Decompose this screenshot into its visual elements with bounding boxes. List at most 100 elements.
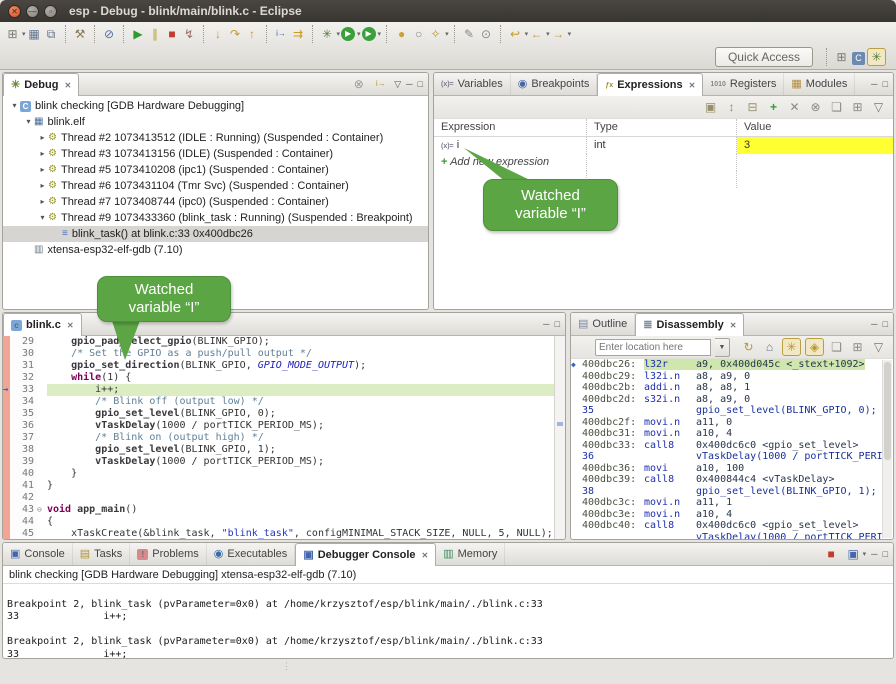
console-tab-executables[interactable]: ◉Executables	[207, 543, 296, 565]
step-into-icon[interactable]: ↓	[210, 25, 227, 43]
line-number[interactable]: 40	[10, 468, 37, 480]
code-text[interactable]: gpio_set_level(BLINK_GPIO, 0);	[47, 408, 565, 420]
code-text[interactable]: vTaskDelay(1000 / portTICK_PERIOD_MS);	[47, 420, 565, 432]
range-indicator[interactable]	[3, 348, 10, 360]
window-maximize-icon[interactable]: ▫	[44, 5, 57, 18]
tree-expander-icon[interactable]: ▾	[37, 210, 48, 226]
code-line[interactable]: 32 while(1) {	[3, 372, 565, 384]
line-number[interactable]: 45	[10, 528, 37, 540]
range-indicator[interactable]	[3, 408, 10, 420]
code-line[interactable]: 45 xTaskCreate(&blink_task, "blink_task"…	[3, 528, 565, 540]
show-logical-structures-icon[interactable]: ↕	[723, 98, 740, 116]
remove-all-terminated-icon[interactable]: ⊗	[350, 75, 367, 93]
home-icon[interactable]: ⌂	[761, 338, 778, 356]
range-indicator[interactable]	[3, 528, 10, 540]
cpp-perspective-icon[interactable]: C	[852, 52, 865, 65]
dropdown-arrow-icon[interactable]: ▾	[445, 30, 449, 38]
range-indicator[interactable]	[3, 480, 10, 492]
tree-expander-icon[interactable]: ▸	[37, 162, 48, 178]
new-wizard-icon[interactable]: ⊞	[4, 25, 21, 43]
line-number[interactable]: 31	[10, 360, 37, 372]
console-tab-problems[interactable]: !Problems	[130, 543, 206, 565]
forward-button[interactable]: →▾	[550, 25, 572, 43]
view-menu-icon[interactable]: ▽	[394, 79, 401, 90]
open-resource-icon[interactable]: ○	[410, 25, 427, 43]
line-number[interactable]: 33	[10, 384, 37, 396]
code-line[interactable]: 39 vTaskDelay(1000 / portTICK_PERIOD_MS)…	[3, 456, 565, 468]
code-editor[interactable]: 29 gpio_pad_select_gpio(BLINK_GPIO);30 /…	[3, 336, 565, 540]
display-selected-console-button[interactable]: ▣▾	[845, 545, 867, 563]
tree-expander-icon[interactable]: ▸	[37, 178, 48, 194]
range-indicator[interactable]	[3, 492, 10, 504]
external-tools-button[interactable]: ▶▾	[361, 25, 382, 43]
expr-tab-registers[interactable]: 1010Registers	[703, 73, 784, 95]
code-text[interactable]: xTaskCreate(&blink_task, "blink_task", c…	[47, 528, 565, 540]
line-number[interactable]: 38	[10, 444, 37, 456]
code-text[interactable]: vTaskDelay(1000 / portTICK_PERIOD_MS);	[47, 456, 565, 468]
maximize-icon[interactable]: □	[555, 319, 560, 329]
minimize-icon[interactable]: ─	[871, 319, 877, 329]
expr-tab-expressions[interactable]: ƒxExpressions✕	[597, 73, 703, 96]
code-line[interactable]: 40 }	[3, 468, 565, 480]
disconnect-icon[interactable]: ↯	[181, 25, 198, 43]
range-indicator[interactable]	[3, 360, 10, 372]
debug-tree-item[interactable]: ▸⚙Thread #2 1073413512 (IDLE : Running) …	[3, 130, 428, 146]
tree-expander-icon[interactable]: ▾	[9, 98, 20, 114]
step-return-icon[interactable]: ↑	[244, 25, 261, 43]
code-line[interactable]: 37 /* Blink on (output high) */	[3, 432, 565, 444]
line-number[interactable]: 37	[10, 432, 37, 444]
last-edit-location-icon[interactable]: ↩	[507, 25, 524, 43]
code-line[interactable]: →33 i++;	[3, 384, 565, 396]
debug-tree-item[interactable]: ▾▦blink.elf	[3, 114, 428, 130]
save-icon[interactable]: ▦	[26, 25, 43, 43]
code-text[interactable]: i++;	[47, 384, 565, 396]
back-button[interactable]: ←▾	[528, 25, 550, 43]
code-text[interactable]: }	[47, 468, 565, 480]
status-bar-grip[interactable]: ⋮	[282, 663, 286, 681]
view-menu-icon[interactable]: ▽	[870, 338, 887, 356]
debug-button[interactable]: ✳▾	[319, 25, 341, 43]
new-view-icon[interactable]: ❏	[828, 338, 845, 356]
console-tab-console[interactable]: ▣Console	[3, 543, 73, 565]
remove-expression-icon[interactable]: ✕	[786, 98, 803, 116]
debug-perspective-icon[interactable]: ✳	[867, 48, 886, 66]
last-edit-location-button[interactable]: ↩▾	[507, 25, 529, 43]
code-line[interactable]: 41}	[3, 480, 565, 492]
instruction-stepping-icon[interactable]: i→	[273, 25, 290, 43]
collapse-all-icon[interactable]: ⊟	[744, 98, 761, 116]
open-element-icon[interactable]: ●	[393, 25, 410, 43]
external-tools-icon[interactable]: ▶	[362, 27, 376, 41]
dropdown-arrow-icon[interactable]: ▾	[863, 550, 867, 558]
range-indicator[interactable]	[3, 516, 10, 528]
line-number[interactable]: 44	[10, 516, 37, 528]
range-indicator[interactable]	[3, 372, 10, 384]
code-line[interactable]: 43⊖void app_main()	[3, 504, 565, 516]
line-number[interactable]: 41	[10, 480, 37, 492]
range-indicator[interactable]: →	[3, 384, 10, 396]
disassembly-scrollbar[interactable]	[882, 360, 892, 538]
code-line[interactable]: 44{	[3, 516, 565, 528]
tab-close-icon[interactable]: ✕	[730, 321, 737, 330]
resume-icon[interactable]: ▶	[130, 25, 147, 43]
minimize-icon[interactable]: ─	[406, 79, 412, 89]
dropdown-arrow-icon[interactable]: ▾	[568, 30, 572, 38]
instruction-step-mode-icon[interactable]: i→	[372, 75, 389, 93]
debug-tree-item[interactable]: ▥xtensa-esp32-elf-gdb (7.10)	[3, 242, 428, 258]
show-source-icon[interactable]: ✳	[782, 338, 801, 356]
debug-tree-item[interactable]: ▸⚙Thread #6 1073431104 (Tmr Svc) (Suspen…	[3, 178, 428, 194]
new-wizard-button[interactable]: ⊞▾	[4, 25, 26, 43]
search-button[interactable]: ✧▾	[427, 25, 449, 43]
view-menu-icon[interactable]: ▽	[870, 98, 887, 116]
code-line[interactable]: 42	[3, 492, 565, 504]
skip-all-breakpoints-icon[interactable]: ⊘	[101, 25, 118, 43]
stack-frame-item[interactable]: ≡blink_task() at blink.c:33 0x400dbc26	[3, 226, 428, 242]
range-indicator[interactable]	[3, 504, 10, 516]
line-number[interactable]: 30	[10, 348, 37, 360]
maximize-icon[interactable]: □	[883, 319, 888, 329]
tab-close-icon[interactable]: ✕	[422, 551, 429, 560]
tab-close-icon[interactable]: ✕	[67, 321, 74, 330]
editor-tab-blink-c[interactable]: cblink.c✕	[3, 313, 82, 336]
tree-expander-icon[interactable]: ▸	[37, 146, 48, 162]
range-indicator[interactable]	[3, 444, 10, 456]
maximize-icon[interactable]: □	[883, 79, 888, 89]
